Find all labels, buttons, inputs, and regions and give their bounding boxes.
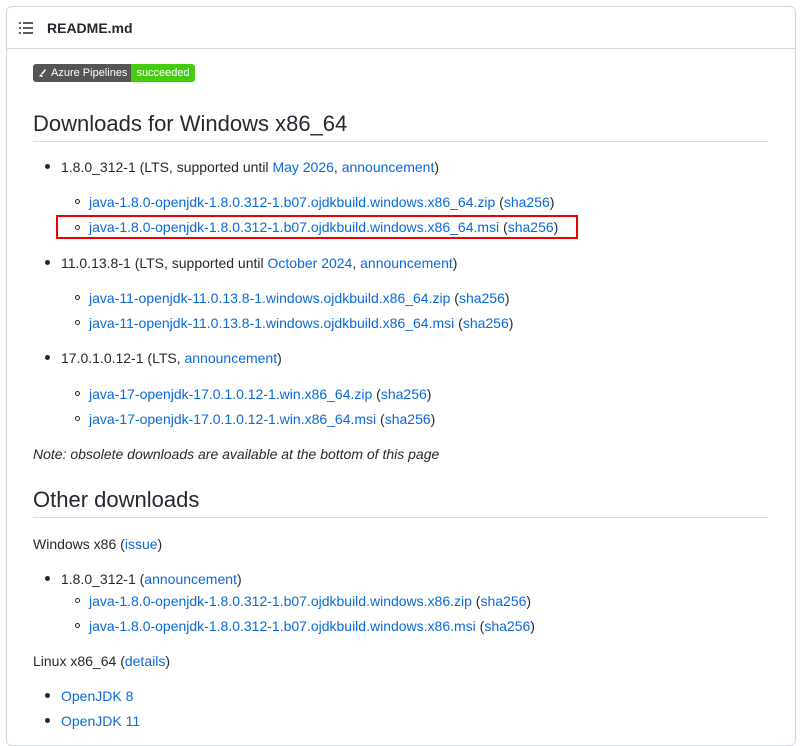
badge-left: Azure Pipelines xyxy=(33,64,132,82)
openjdk-8-link[interactable]: OpenJDK 8 xyxy=(61,688,133,704)
separator: , xyxy=(333,159,342,175)
download-link-zip[interactable]: java-11-openjdk-11.0.13.8-1.windows.ojdk… xyxy=(89,290,450,306)
announcement-link[interactable]: announcement xyxy=(184,350,277,366)
paren-close: ) xyxy=(157,536,163,552)
paren-close: ) xyxy=(236,571,242,587)
list-bullet xyxy=(45,355,50,360)
sub-bullet xyxy=(75,295,80,300)
paren-open: ( xyxy=(454,315,463,331)
highlight-box xyxy=(56,215,578,239)
paren-close: ) xyxy=(165,653,170,669)
sub-bullet xyxy=(75,199,80,204)
download-link-msi[interactable]: java-11-openjdk-11.0.13.8-1.windows.ojdk… xyxy=(89,315,454,331)
section-heading-downloads: Downloads for Windows x86_64 xyxy=(33,111,348,136)
announcement-link[interactable]: announcement xyxy=(342,159,435,175)
sha256-link[interactable]: sha256 xyxy=(381,386,427,402)
linux-x86_64-label: Linux x86_64 (details) xyxy=(33,653,170,669)
rocket-icon xyxy=(39,69,46,77)
separator: , xyxy=(352,255,361,271)
release-meta: (LTS, supported until xyxy=(139,159,273,175)
paren-close: ) xyxy=(504,290,510,306)
list-bullet xyxy=(45,693,50,698)
heading-divider xyxy=(33,517,768,518)
sub-bullet xyxy=(75,598,80,603)
release-meta: (LTS, supported until xyxy=(134,255,268,271)
windows-x86-label: Windows x86 (issue) xyxy=(33,536,162,552)
release-version: 17.0.1.0.12-1 xyxy=(61,350,144,366)
file-name: README.md xyxy=(47,20,133,36)
paren-close: ) xyxy=(434,159,440,175)
paren-close: ) xyxy=(549,194,555,210)
download-item: java-17-openjdk-17.0.1.0.12-1.win.x86_64… xyxy=(89,386,431,402)
download-link-msi[interactable]: java-17-openjdk-17.0.1.0.12-1.win.x86_64… xyxy=(89,411,376,427)
download-item: java-11-openjdk-11.0.13.8-1.windows.ojdk… xyxy=(89,315,513,331)
paren-close: ) xyxy=(530,618,535,634)
paren-open: ( xyxy=(372,386,381,402)
release-meta: (LTS, xyxy=(147,350,185,366)
issue-link[interactable]: issue xyxy=(125,536,158,552)
obsolete-note: Note: obsolete downloads are available a… xyxy=(33,446,440,462)
download-link-zip[interactable]: java-17-openjdk-17.0.1.0.12-1.win.x86_64… xyxy=(89,386,372,402)
details-link[interactable]: details xyxy=(125,653,165,669)
badge-right-label: succeeded xyxy=(131,64,195,82)
linux-item: OpenJDK 8 xyxy=(61,688,133,704)
download-link-msi[interactable]: java-1.8.0-openjdk-1.8.0.312-1.b07.ojdkb… xyxy=(89,618,476,634)
release-item: 1.8.0_312-1 (announcement) xyxy=(61,571,242,587)
release-item: 17.0.1.0.12-1 (LTS, announcement) xyxy=(61,350,282,366)
support-until-link[interactable]: October 2024 xyxy=(268,255,353,271)
linux-item: OpenJDK 11 xyxy=(61,713,140,729)
announcement-link[interactable]: announcement xyxy=(144,571,237,587)
paren-close: ) xyxy=(426,386,432,402)
paren-close: ) xyxy=(430,411,436,427)
badge-left-label: Azure Pipelines xyxy=(51,67,128,79)
download-link-zip[interactable]: java-1.8.0-openjdk-1.8.0.312-1.b07.ojdkb… xyxy=(89,593,472,609)
list-icon[interactable] xyxy=(19,22,33,34)
sha256-link[interactable]: sha256 xyxy=(463,315,509,331)
release-item: 11.0.13.8-1 (LTS, supported until Octobe… xyxy=(61,255,457,271)
list-bullet xyxy=(45,260,50,265)
paren-open: ( xyxy=(450,290,459,306)
sha256-link[interactable]: sha256 xyxy=(385,411,431,427)
paren-close: ) xyxy=(526,593,532,609)
release-version: 11.0.13.8-1 xyxy=(61,255,131,271)
list-bullet xyxy=(45,576,50,581)
paren-close: ) xyxy=(277,350,282,366)
paren-open: ( xyxy=(135,571,145,587)
download-item: java-1.8.0-openjdk-1.8.0.312-1.b07.ojdkb… xyxy=(89,194,554,210)
download-item: java-17-openjdk-17.0.1.0.12-1.win.x86_64… xyxy=(89,411,435,427)
sub-bullet xyxy=(75,320,80,325)
list-bullet xyxy=(45,164,50,169)
download-link-zip[interactable]: java-1.8.0-openjdk-1.8.0.312-1.b07.ojdkb… xyxy=(89,194,495,210)
build-status-badge[interactable]: Azure Pipelines succeeded xyxy=(33,64,195,82)
sub-bullet xyxy=(75,416,80,421)
openjdk-11-link[interactable]: OpenJDK 11 xyxy=(61,713,140,729)
file-header: README.md xyxy=(7,7,795,49)
sha256-link[interactable]: sha256 xyxy=(504,194,550,210)
sha256-link[interactable]: sha256 xyxy=(459,290,505,306)
release-version: 1.8.0_312-1 xyxy=(61,571,136,587)
sub-bullet xyxy=(75,623,80,628)
platform-label: Linux x86_64 xyxy=(33,653,121,669)
support-until-link[interactable]: May 2026 xyxy=(272,159,333,175)
heading-divider xyxy=(33,141,768,142)
paren-close: ) xyxy=(508,315,514,331)
paren-open: ( xyxy=(376,411,385,427)
platform-label: Windows x86 xyxy=(33,536,121,552)
download-item: java-1.8.0-openjdk-1.8.0.312-1.b07.ojdkb… xyxy=(89,593,531,609)
release-version: 1.8.0_312-1 xyxy=(61,159,136,175)
download-item: java-1.8.0-openjdk-1.8.0.312-1.b07.ojdkb… xyxy=(89,618,535,634)
readme-card: README.md Azure Pipelines succeeded Down… xyxy=(6,6,796,746)
list-bullet xyxy=(45,718,50,723)
paren-open: ( xyxy=(495,194,504,210)
sha256-link[interactable]: sha256 xyxy=(480,593,526,609)
paren-close: ) xyxy=(452,255,458,271)
announcement-link[interactable]: announcement xyxy=(360,255,453,271)
release-item: 1.8.0_312-1 (LTS, supported until May 20… xyxy=(61,159,439,175)
sub-bullet xyxy=(75,391,80,396)
section-heading-other: Other downloads xyxy=(33,487,200,512)
download-item: java-11-openjdk-11.0.13.8-1.windows.ojdk… xyxy=(89,290,510,306)
sha256-link[interactable]: sha256 xyxy=(484,618,530,634)
